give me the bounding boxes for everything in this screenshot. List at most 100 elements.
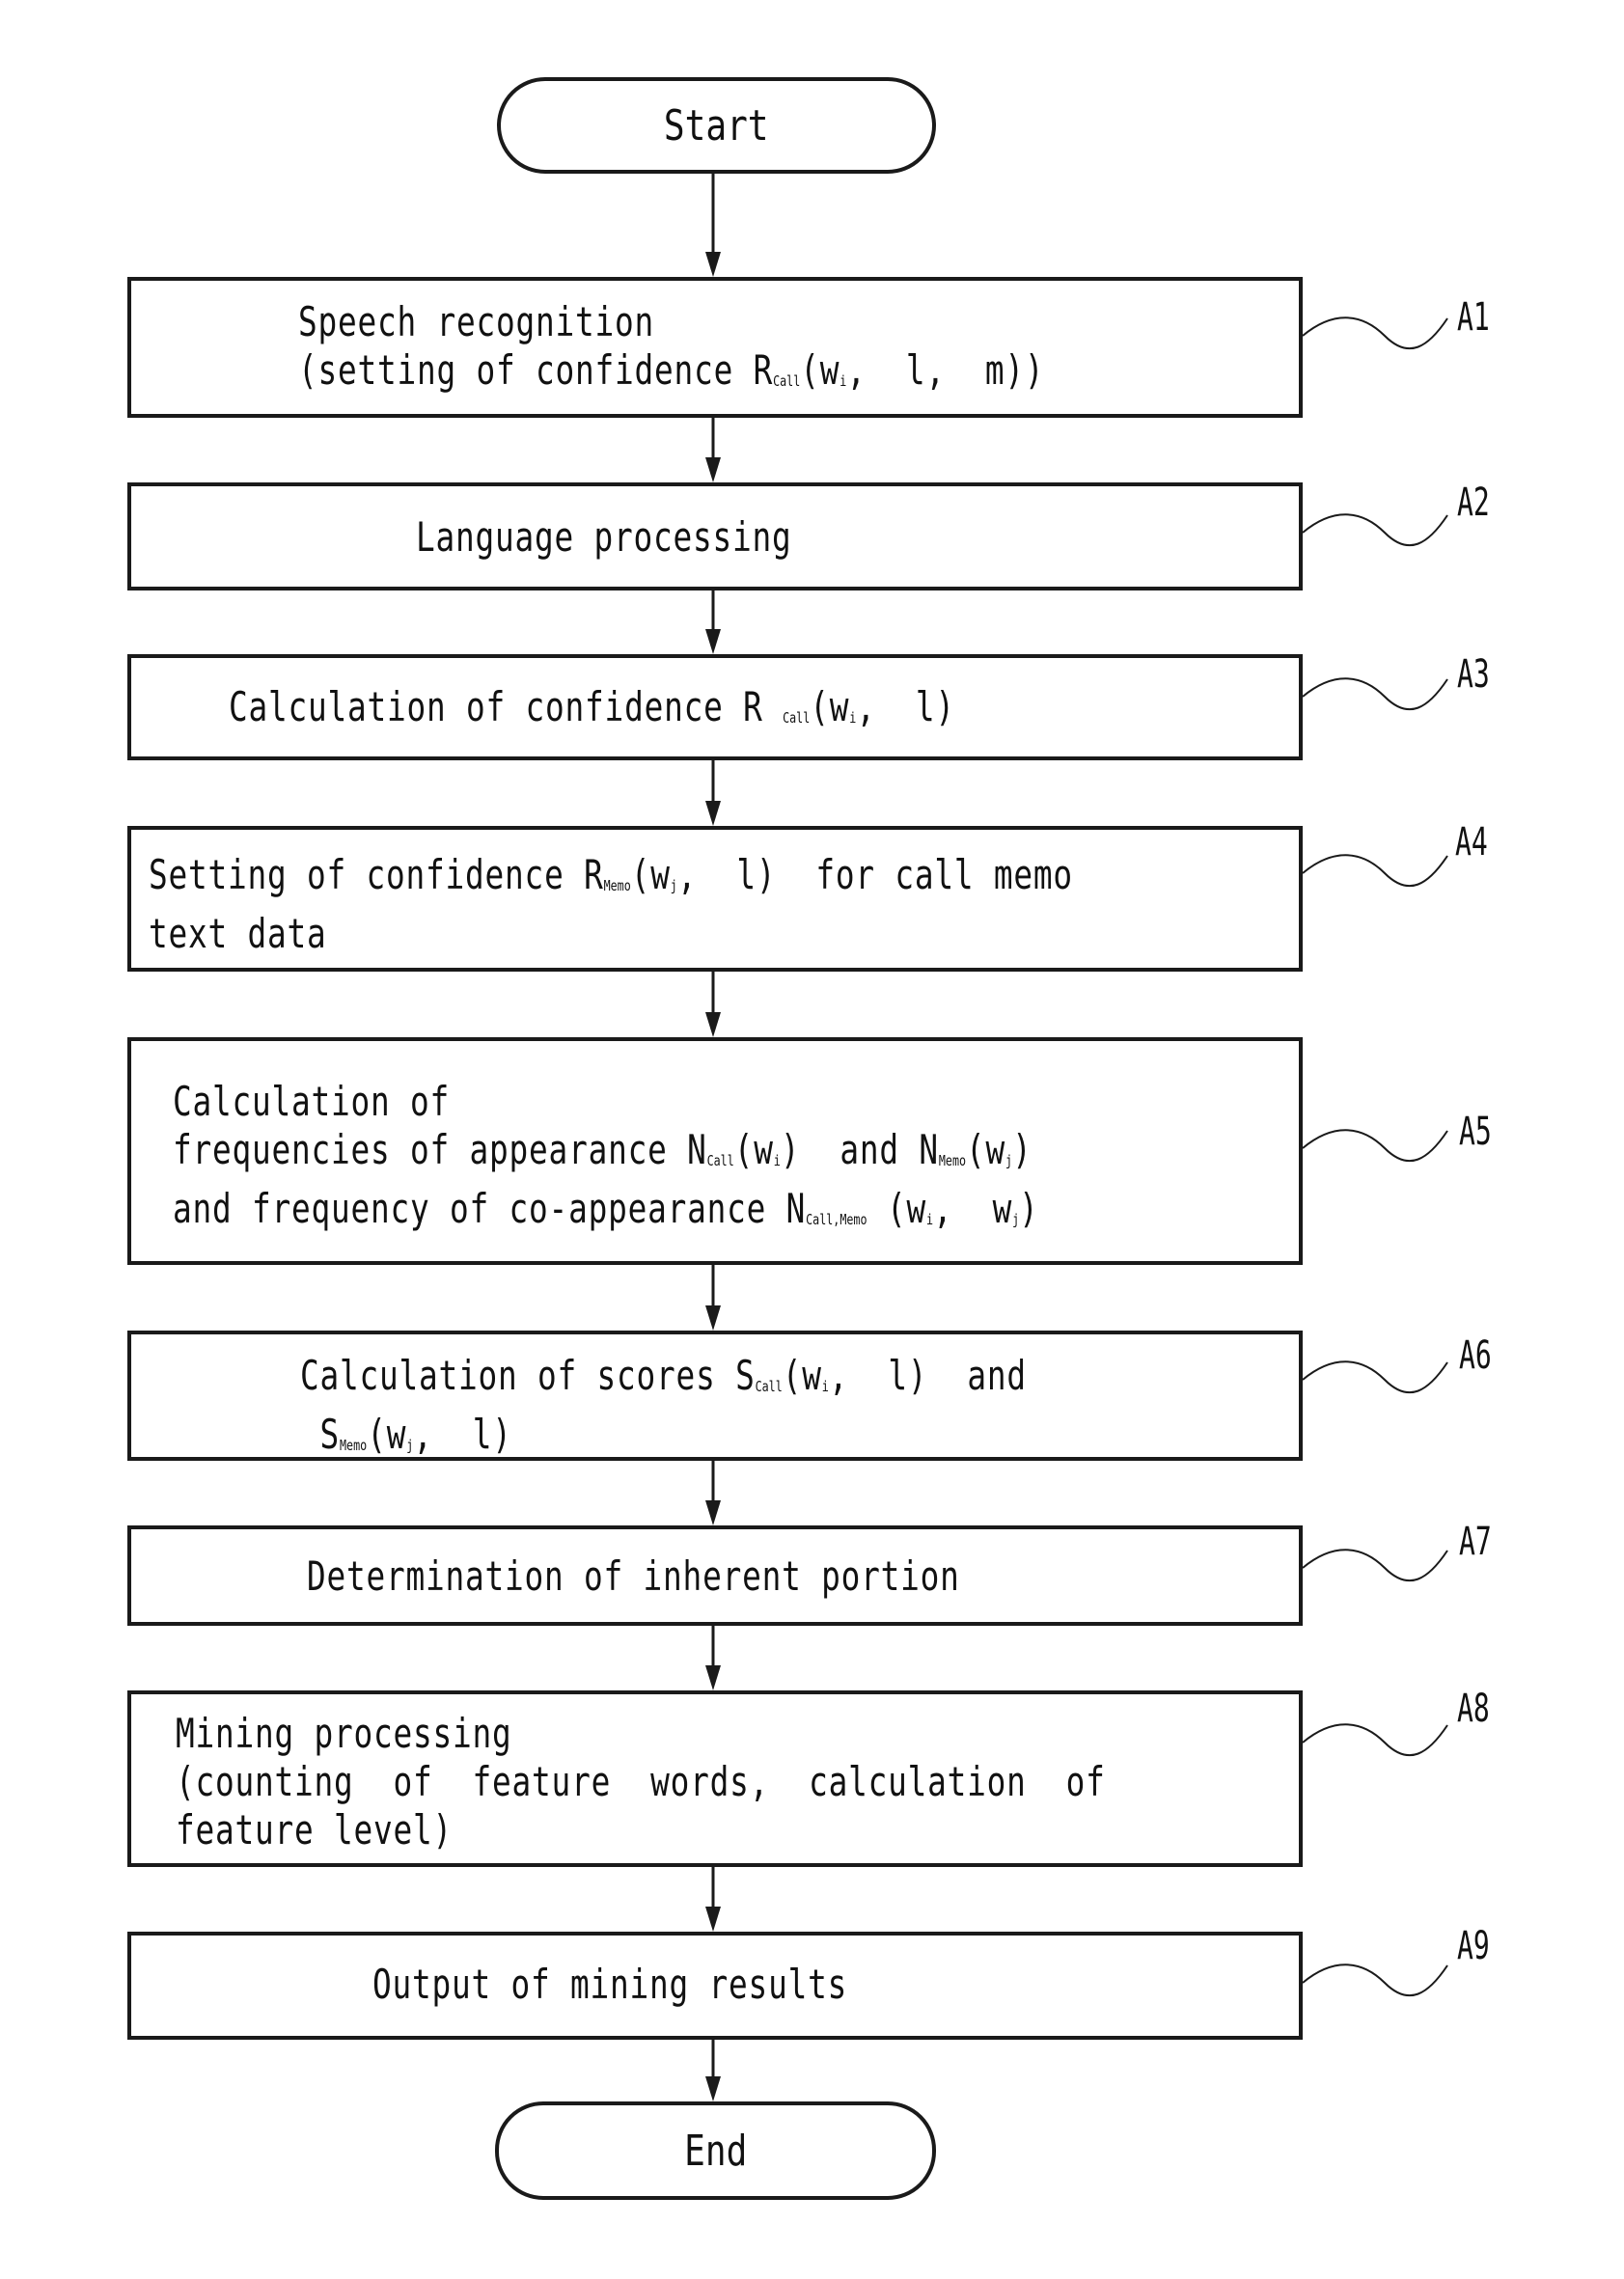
step-A3: Calculation of confidence R Call(wi, l) — [127, 654, 1303, 760]
step-A7-ref-label: A7 — [1459, 1520, 1492, 1564]
start-terminal: Start — [497, 77, 936, 174]
text-run: Mining processing — [176, 1710, 512, 1757]
step-A5-ref-label: A5 — [1459, 1110, 1492, 1154]
step-A9-ref-label: A9 — [1457, 1924, 1490, 1968]
subscript: Call — [706, 1152, 734, 1169]
step-A1-ref-label: A1 — [1457, 295, 1490, 340]
step-A8: Mining processing (counting of feature wo… — [127, 1690, 1303, 1867]
subscript: j — [1005, 1152, 1013, 1169]
end-terminal: End — [495, 2101, 936, 2200]
text-line: feature level) — [176, 1806, 1106, 1854]
text-run: (w — [966, 1126, 1006, 1173]
text-run: (w — [782, 1352, 822, 1399]
arrowhead-icon — [705, 1665, 721, 1690]
arrowhead-icon — [705, 252, 721, 277]
text-run: , l) for call memo — [676, 851, 1073, 898]
step-A4: Setting of confidence RMemo(wj, l) for c… — [127, 826, 1303, 972]
step-A5: Calculation of frequencies of appearance … — [127, 1037, 1303, 1265]
subscript: Memo — [340, 1437, 368, 1454]
text-run: ) — [1019, 1185, 1039, 1232]
step-A6-text: Calculation of scores SCall(wi, l) and S… — [300, 1352, 1027, 1469]
step-A8-ref-label: A8 — [1457, 1687, 1490, 1731]
text-run: (w — [810, 683, 850, 730]
arrowhead-icon — [705, 629, 721, 654]
text-run: (w — [630, 851, 671, 898]
text-run: (counting of feature words, calculation … — [176, 1758, 1106, 1805]
step-A6: Calculation of scores SCall(wi, l) and S… — [127, 1331, 1303, 1461]
text-run: and frequency of co-appearance N — [173, 1185, 807, 1232]
reference-leader-line — [1302, 1549, 1448, 1582]
step-A2: Language processing — [127, 482, 1303, 590]
text-run: Speech recognition — [298, 298, 655, 345]
text-run: , l) — [413, 1411, 512, 1458]
text-run: , l, m)) — [846, 346, 1045, 394]
arrowhead-icon — [705, 457, 721, 482]
reference-leader-line — [1302, 1963, 1448, 1997]
subscript: i — [849, 709, 857, 727]
text-run: , w — [933, 1185, 1013, 1232]
text-run: ) and N — [780, 1126, 939, 1173]
arrowhead-icon — [705, 2076, 721, 2101]
text-run: S — [300, 1411, 341, 1458]
text-line: Mining processing — [176, 1710, 1106, 1758]
step-A6-ref-label: A6 — [1459, 1333, 1492, 1378]
step-A9-text: Output of mining results — [372, 1961, 847, 2009]
text-run: (w — [367, 1411, 407, 1458]
subscript: Memo — [603, 877, 631, 894]
step-A2-ref-label: A2 — [1457, 481, 1490, 525]
arrowhead-icon — [705, 1500, 721, 1525]
text-run: ) — [1012, 1126, 1032, 1173]
text-run: Setting of confidence R — [149, 851, 604, 898]
step-A1-text: Speech recognition (setting of confidence… — [298, 298, 1044, 405]
text-run: , l) and — [828, 1352, 1027, 1399]
text-line: (counting of feature words, calculation … — [176, 1758, 1106, 1806]
subscript: Call,Memo — [806, 1211, 867, 1228]
subscript: i — [840, 372, 847, 390]
reference-leader-line — [1302, 1360, 1448, 1394]
step-A3-ref-label: A3 — [1457, 652, 1490, 697]
text-line: Determination of inherent portion — [307, 1552, 960, 1601]
text-run: Calculation of confidence R — [229, 683, 784, 730]
step-A7: Determination of inherent portion — [127, 1525, 1303, 1626]
subscript: Call — [783, 709, 811, 727]
text-run: Output of mining results — [372, 1961, 848, 2008]
step-A4-ref-label: A4 — [1455, 820, 1488, 865]
text-run: , l) — [856, 683, 955, 730]
subscript: j — [1012, 1211, 1020, 1228]
text-line: Language processing — [416, 513, 792, 562]
text-run: frequencies of appearance N — [173, 1126, 707, 1173]
step-A1: Speech recognition (setting of confidence… — [127, 277, 1303, 418]
step-A7-text: Determination of inherent portion — [307, 1552, 960, 1601]
reference-leader-line — [1302, 513, 1448, 547]
arrowhead-icon — [705, 1907, 721, 1932]
text-run: (setting of confidence R — [298, 346, 774, 394]
reference-leader-line — [1302, 1129, 1448, 1163]
arrowhead-icon — [705, 1305, 721, 1331]
text-run: Calculation of scores S — [300, 1352, 756, 1399]
text-line: frequencies of appearance NCall(wi) and … — [173, 1126, 1039, 1185]
text-run: Language processing — [416, 513, 792, 561]
reference-leader-line — [1302, 316, 1448, 350]
text-run: (w — [800, 346, 840, 394]
text-run: (w — [867, 1185, 927, 1232]
text-run: Determination of inherent portion — [307, 1552, 960, 1600]
step-A5-text: Calculation of frequencies of appearance … — [173, 1078, 1039, 1244]
text-run: feature level) — [176, 1806, 454, 1853]
subscript: Call — [773, 372, 801, 390]
arrowhead-icon — [705, 1012, 721, 1037]
text-line: SMemo(wj, l) — [300, 1411, 1027, 1469]
text-line: Calculation of scores SCall(wi, l) and — [300, 1352, 1027, 1411]
text-line: Calculation of confidence R Call(wi, l) — [229, 683, 955, 742]
end-label: End — [683, 2126, 748, 2176]
text-line: and frequency of co-appearance NCall,Mem… — [173, 1185, 1039, 1244]
step-A2-text: Language processing — [416, 513, 792, 562]
text-line: Speech recognition — [298, 298, 1044, 346]
text-run: Calculation of — [173, 1078, 451, 1125]
reference-leader-line — [1302, 677, 1448, 711]
text-run: text data — [149, 910, 327, 957]
text-line: (setting of confidence RCall(wi, l, m)) — [298, 346, 1044, 405]
text-line: Setting of confidence RMemo(wj, l) for c… — [149, 851, 1073, 910]
reference-leader-line — [1302, 1723, 1448, 1757]
step-A4-text: Setting of confidence RMemo(wj, l) for c… — [149, 851, 1073, 958]
text-line: text data — [149, 910, 1073, 958]
